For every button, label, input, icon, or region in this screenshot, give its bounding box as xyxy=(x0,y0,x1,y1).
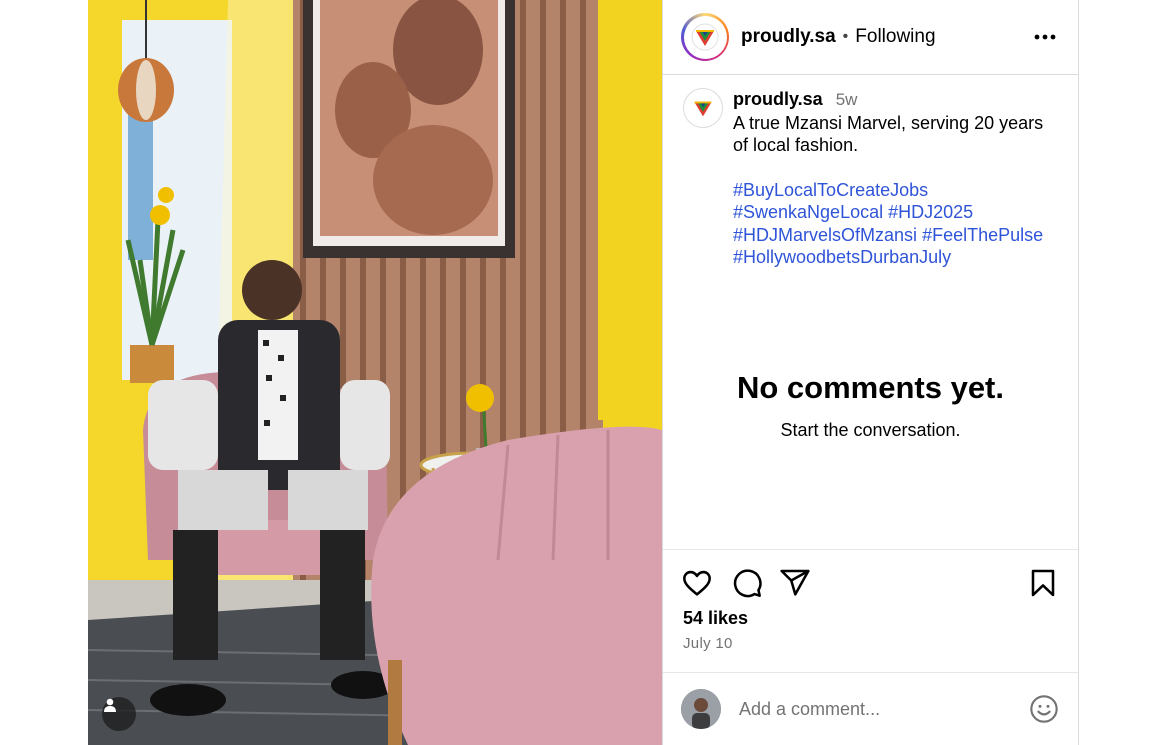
hashtag-link[interactable]: #HollywoodbetsDurbanJuly xyxy=(733,247,951,267)
heart-icon xyxy=(683,570,711,596)
following-button[interactable]: Following xyxy=(855,26,935,48)
hashtag-link[interactable]: #HDJ2025 xyxy=(888,202,973,222)
tagged-users-button[interactable] xyxy=(102,697,136,731)
author-avatar[interactable] xyxy=(681,13,729,61)
comment-input[interactable] xyxy=(737,697,1028,721)
post-actions-section: 54 likes July 10 xyxy=(663,549,1078,672)
hashtag-link[interactable]: #BuyLocalToCreateJobs xyxy=(733,180,928,200)
comment-button[interactable] xyxy=(731,567,765,601)
caption-avatar[interactable] xyxy=(683,88,723,128)
post-caption: proudly.sa 5w A true Mzansi Marvel, serv… xyxy=(683,88,1063,269)
post-photo[interactable] xyxy=(88,0,662,745)
instagram-post-view: proudly.sa • Following proudly.sa 5w A t… xyxy=(0,0,1166,745)
caption-username[interactable]: proudly.sa xyxy=(733,89,823,109)
empty-comments-state: No comments yet. Start the conversation. xyxy=(663,370,1078,441)
post-header: proudly.sa • Following xyxy=(663,0,1078,75)
current-user-avatar-image xyxy=(681,689,721,729)
smiley-icon xyxy=(1030,695,1058,723)
empty-comments-title: No comments yet. xyxy=(736,370,1004,405)
caption-body: proudly.sa 5w A true Mzansi Marvel, serv… xyxy=(733,88,1063,269)
post-side-panel: proudly.sa • Following proudly.sa 5w A t… xyxy=(662,0,1079,745)
comment-bubble-icon xyxy=(733,569,762,598)
proudly-sa-logo-icon xyxy=(694,101,712,117)
hashtag-link[interactable]: #HDJMarvelsOfMzansi xyxy=(733,225,917,245)
bookmark-icon xyxy=(1031,569,1055,597)
save-button[interactable] xyxy=(1027,567,1061,601)
add-comment-bar xyxy=(663,672,1078,745)
photo-illustration xyxy=(88,0,662,745)
current-user-avatar[interactable] xyxy=(681,689,721,729)
proudly-sa-logo-icon xyxy=(691,23,719,51)
caption-time[interactable]: 5w xyxy=(836,90,858,109)
author-username[interactable]: proudly.sa xyxy=(741,26,836,48)
empty-comments-subtitle: Start the conversation. xyxy=(780,420,961,440)
hashtag-link[interactable]: #FeelThePulse xyxy=(922,225,1043,245)
more-options-button[interactable] xyxy=(1030,22,1060,52)
separator-dot: • xyxy=(842,28,849,45)
like-button[interactable] xyxy=(681,567,715,601)
more-horizontal-icon xyxy=(1034,34,1056,40)
share-button[interactable] xyxy=(779,567,813,601)
hashtag-link[interactable]: #SwenkaNgeLocal xyxy=(733,202,883,222)
user-silhouette-icon xyxy=(104,698,116,712)
caption-hashtags: #BuyLocalToCreateJobs #SwenkaNgeLocal #H… xyxy=(733,179,1063,269)
action-bar xyxy=(681,567,1061,601)
caption-text: A true Mzansi Marvel, serving 20 years o… xyxy=(733,112,1044,156)
emoji-button[interactable] xyxy=(1028,693,1060,725)
post-date[interactable]: July 10 xyxy=(683,635,733,652)
paper-plane-icon xyxy=(780,569,810,596)
likes-count[interactable]: 54 likes xyxy=(683,608,748,629)
